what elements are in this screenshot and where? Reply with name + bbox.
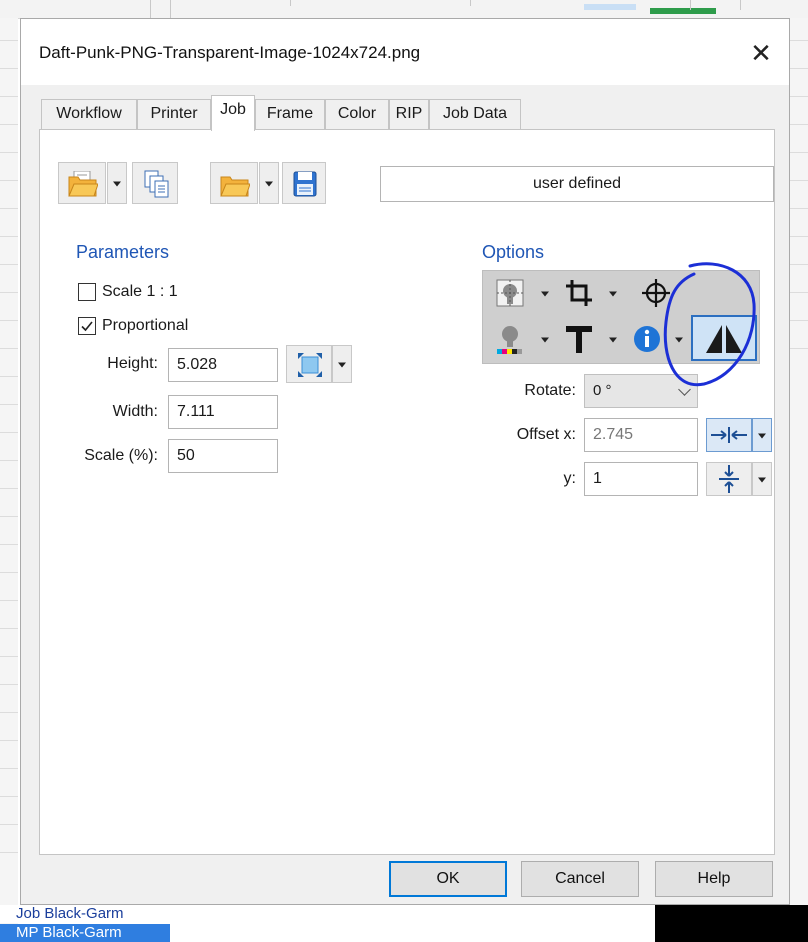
- open-job-button[interactable]: [58, 162, 106, 204]
- chevron-down-icon: [758, 433, 766, 439]
- chevron-down-icon: [758, 477, 766, 483]
- text-T-icon: [566, 326, 592, 353]
- open-folder-icon: [68, 171, 98, 197]
- open-job-dropdown[interactable]: [107, 162, 127, 204]
- background-divider: [690, 0, 691, 10]
- crop-icon: [566, 280, 592, 306]
- ok-button[interactable]: OK: [389, 861, 507, 897]
- proportional-checkbox[interactable]: Proportional: [78, 315, 238, 337]
- width-field[interactable]: 7.111: [168, 395, 278, 429]
- tab-color[interactable]: Color: [325, 99, 389, 129]
- text-label-dropdown[interactable]: [605, 319, 621, 359]
- save-preset-button[interactable]: [282, 162, 326, 204]
- center-horizontal-button[interactable]: [706, 418, 752, 452]
- center-vertical-button[interactable]: [706, 462, 752, 496]
- background-list-item[interactable]: Job Black-Garm: [0, 905, 170, 923]
- fit-to-page-dropdown[interactable]: [332, 345, 352, 383]
- chevron-down-icon: [541, 291, 549, 297]
- crop-button[interactable]: [555, 273, 603, 313]
- background-right-column: [790, 18, 808, 942]
- tile-print-button[interactable]: [485, 273, 535, 313]
- height-field[interactable]: 5.028: [168, 348, 278, 382]
- scale-percent-field[interactable]: 50: [168, 439, 278, 473]
- scale-percent-label: Scale (%):: [84, 447, 158, 464]
- background-divider: [290, 0, 291, 6]
- checkbox-box-checked[interactable]: [78, 317, 96, 335]
- chevron-down-icon: [338, 362, 346, 368]
- fit-to-page-button[interactable]: [286, 345, 332, 383]
- height-label: Height:: [107, 355, 158, 372]
- background-job-list: Job Black-Garm MP Black-Garm: [0, 905, 170, 942]
- crop-dropdown[interactable]: [605, 273, 621, 313]
- fit-to-page-icon: [298, 353, 322, 377]
- rotate-value: 0 °: [593, 382, 612, 399]
- background-toolbar-strip: [0, 0, 808, 19]
- open-folder-icon: [220, 176, 250, 197]
- background-highlight: [584, 4, 636, 10]
- background-divider: [150, 0, 151, 18]
- chevron-down-icon: [609, 337, 617, 343]
- help-button[interactable]: Help: [655, 861, 773, 897]
- tab-frame[interactable]: Frame: [255, 99, 325, 129]
- parameters-heading: Parameters: [76, 242, 170, 262]
- annotation-circle: [663, 262, 756, 387]
- info-icon: [634, 326, 660, 352]
- cancel-button[interactable]: Cancel: [521, 861, 639, 897]
- save-disk-icon: [293, 171, 317, 197]
- chevron-down-icon: [113, 181, 121, 187]
- center-vertical-dropdown[interactable]: [752, 462, 772, 496]
- center-horizontal-icon: [711, 427, 747, 443]
- center-horizontal-dropdown[interactable]: [752, 418, 772, 452]
- offset-y-label: y:: [563, 470, 576, 487]
- preset-name-field[interactable]: user defined: [380, 166, 774, 202]
- checkmark-icon: [81, 321, 93, 332]
- center-vertical-icon: [719, 465, 739, 493]
- job-tab-panel: user defined Parameters Scale 1 : 1 Prop…: [39, 129, 775, 855]
- options-heading: Options: [482, 242, 545, 262]
- dialog-title: Daft-Punk-PNG-Transparent-Image-1024x724…: [39, 43, 421, 62]
- background-divider: [740, 0, 741, 10]
- scale-1-1-checkbox[interactable]: Scale 1 : 1: [78, 281, 218, 303]
- tab-rip[interactable]: RIP: [389, 99, 429, 129]
- tab-job[interactable]: Job: [211, 95, 255, 131]
- color-bar-button[interactable]: [485, 317, 535, 361]
- chevron-down-icon: [265, 181, 273, 187]
- copy-job-button[interactable]: [132, 162, 178, 204]
- rotate-label: Rotate:: [524, 382, 576, 399]
- background-list-item-selected[interactable]: MP Black-Garm: [0, 924, 170, 942]
- dialog-titlebar: Daft-Punk-PNG-Transparent-Image-1024x724…: [21, 19, 789, 85]
- background-divider: [170, 0, 171, 18]
- tile-print-dropdown[interactable]: [537, 273, 553, 313]
- copy-documents-icon: [144, 170, 169, 198]
- background-left-column: [0, 18, 18, 942]
- background-dark-area: [655, 905, 808, 942]
- offset-x-field[interactable]: 2.745: [584, 418, 698, 452]
- load-preset-dropdown[interactable]: [259, 162, 279, 204]
- close-button[interactable]: ✕: [741, 33, 781, 73]
- tab-workflow[interactable]: Workflow: [41, 99, 137, 129]
- load-preset-button[interactable]: [210, 162, 258, 204]
- color-bar-dropdown[interactable]: [537, 319, 553, 359]
- background-divider: [470, 0, 471, 6]
- proportional-label: Proportional: [102, 317, 189, 334]
- text-label-button[interactable]: [555, 317, 603, 361]
- color-bar-icon: [497, 326, 522, 354]
- offset-x-label: Offset x:: [516, 426, 576, 443]
- offset-y-field[interactable]: 1: [584, 462, 698, 496]
- chevron-down-icon: [609, 291, 617, 297]
- tab-printer[interactable]: Printer: [137, 99, 211, 129]
- width-label: Width:: [112, 403, 158, 420]
- close-icon: ✕: [750, 38, 772, 68]
- checkbox-box[interactable]: [78, 283, 96, 301]
- job-settings-dialog: Daft-Punk-PNG-Transparent-Image-1024x724…: [20, 18, 790, 905]
- tab-job-data[interactable]: Job Data: [429, 99, 521, 129]
- chevron-down-icon: [541, 337, 549, 343]
- tile-print-icon: [496, 279, 524, 307]
- scale-1-1-label: Scale 1 : 1: [102, 283, 178, 300]
- background-green-bar: [650, 8, 716, 14]
